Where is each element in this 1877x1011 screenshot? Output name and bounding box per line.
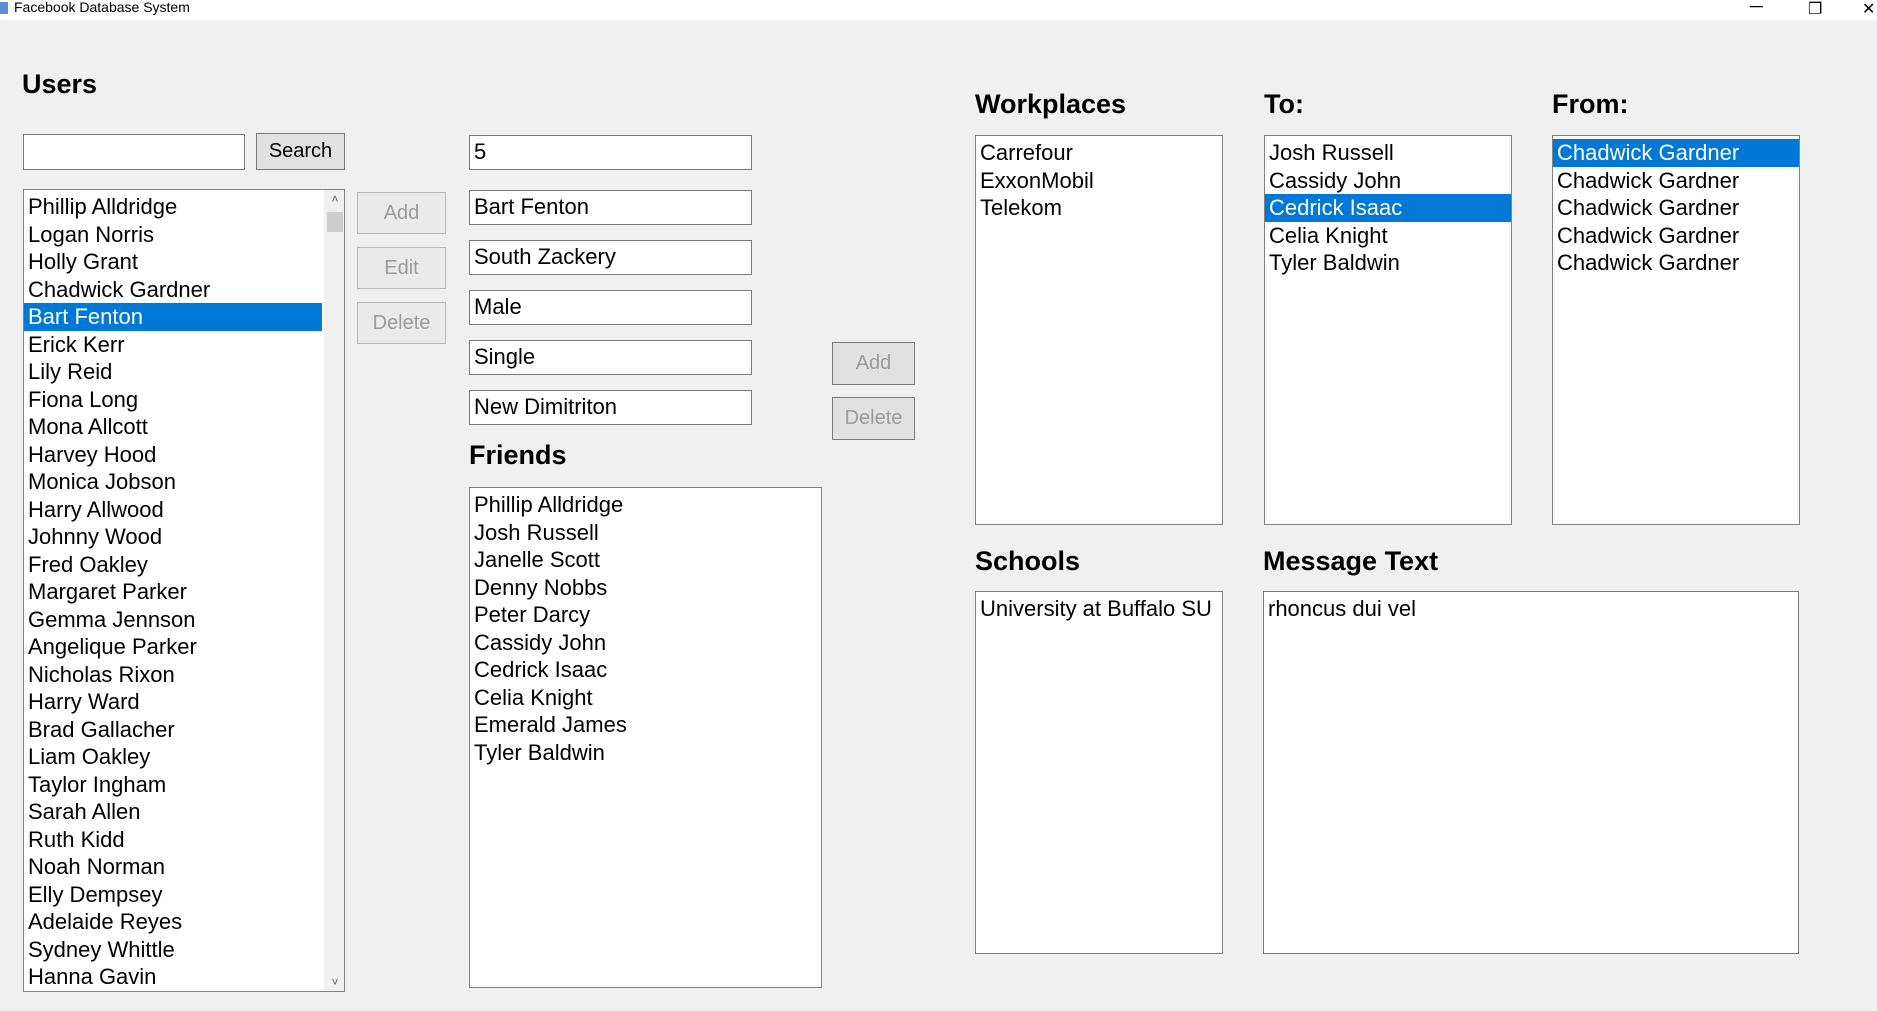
from-list-item[interactable]: Chadwick Gardner [1553,249,1799,277]
scroll-down-icon[interactable]: ˅ [325,975,344,989]
user-list-item[interactable]: Erick Kerr [24,331,322,359]
friend-list-item[interactable]: Janelle Scott [470,546,821,574]
user-list-item[interactable]: Ruth Kidd [24,826,322,854]
add-friend-button[interactable]: Add [832,342,915,385]
user-list-item[interactable]: Harry Allwood [24,496,322,524]
user-list-item[interactable]: Phillip Alldridge [24,193,322,221]
user-list-item[interactable]: Johnny Wood [24,523,322,551]
user-list-item[interactable]: Logan Norris [24,221,322,249]
restore-button[interactable]: ❐ [1808,0,1822,19]
workplace-list-item[interactable]: Telekom [976,194,1222,222]
user-list-item[interactable]: Harry Ward [24,688,322,716]
window-title: Facebook Database System [14,0,190,15]
to-list[interactable]: Josh Russell Cassidy John Cedrick Isaac Cel… [1264,135,1512,525]
friend-list-item[interactable]: Tyler Baldwin [470,739,821,767]
delete-friend-button[interactable]: Delete [832,397,915,440]
friend-list-item[interactable]: Josh Russell [470,519,821,547]
search-input[interactable] [23,134,245,170]
from-list[interactable]: Chadwick Gardner Chadwick Gardner Chadwick… [1552,135,1800,525]
users-scrollbar[interactable]: ˄ ˅ [324,190,344,991]
user-list-item[interactable]: Brad Gallacher [24,716,322,744]
to-list-item[interactable]: Cedrick Isaac [1265,194,1511,222]
from-list-item[interactable]: Chadwick Gardner [1553,167,1799,195]
workplaces-list[interactable]: Carrefour ExxonMobil Telekom [975,135,1223,525]
user-city-field[interactable]: South Zackery [469,240,752,275]
friend-list-item[interactable]: Emerald James [470,711,821,739]
friend-list-item[interactable]: Celia Knight [470,684,821,712]
user-list-item[interactable]: Sarah Allen [24,798,322,826]
user-list-item[interactable]: Bart Fenton [24,303,322,331]
friend-list-item[interactable]: Peter Darcy [470,601,821,629]
user-list-item[interactable]: Gemma Jennson [24,606,322,634]
schools-heading: Schools [975,546,1081,576]
to-list-item[interactable]: Josh Russell [1265,139,1511,167]
user-list-item[interactable]: Margaret Parker [24,578,322,606]
message-heading: Message Text [1263,546,1439,576]
to-heading: To: [1264,89,1304,119]
edit-user-button[interactable]: Edit [357,247,446,289]
user-list-item[interactable]: Hanna Gavin [24,963,322,991]
from-list-item[interactable]: Chadwick Gardner [1553,139,1799,167]
to-list-item[interactable]: Celia Knight [1265,222,1511,250]
to-list-item[interactable]: Tyler Baldwin [1265,249,1511,277]
user-list-item[interactable]: Harvey Hood [24,441,322,469]
user-list-item[interactable]: Mona Allcott [24,413,322,441]
workplace-list-item[interactable]: Carrefour [976,139,1222,167]
friends-list[interactable]: Phillip Alldridge Josh Russell Janelle Sco… [469,487,822,988]
user-list-item[interactable]: Sydney Whittle [24,936,322,964]
user-list-item[interactable]: Lily Reid [24,358,322,386]
user-gender-field[interactable]: Male [469,290,752,325]
user-list-item[interactable]: Adelaide Reyes [24,908,322,936]
from-list-item[interactable]: Chadwick Gardner [1553,222,1799,250]
user-list-item[interactable]: Fred Oakley [24,551,322,579]
user-list-item[interactable]: Liam Oakley [24,743,322,771]
friend-list-item[interactable]: Cedrick Isaac [470,656,821,684]
add-user-button[interactable]: Add [357,192,446,234]
delete-user-button[interactable]: Delete [357,302,446,344]
user-status-field[interactable]: Single [469,340,752,375]
title-bar: Facebook Database System ─ ❐ ✕ [0,0,1877,20]
friend-list-item[interactable]: Denny Nobbs [470,574,821,602]
user-list-item[interactable]: Holly Grant [24,248,322,276]
friends-heading: Friends [469,440,567,470]
user-list-item[interactable]: Chadwick Gardner [24,276,322,304]
app-icon [0,2,8,14]
message-text-area[interactable]: rhoncus dui vel [1263,591,1799,954]
scroll-thumb[interactable] [327,212,343,232]
to-list-item[interactable]: Cassidy John [1265,167,1511,195]
minimize-button[interactable]: ─ [1750,0,1763,17]
user-list-item[interactable]: Taylor Ingham [24,771,322,799]
user-list-item[interactable]: Noah Norman [24,853,322,881]
user-list-item[interactable]: Angelique Parker [24,633,322,661]
user-hometown-field[interactable]: New Dimitriton [469,390,752,425]
schools-list[interactable]: University at Buffalo SU [975,591,1223,954]
friend-list-item[interactable]: Phillip Alldridge [470,491,821,519]
workplace-list-item[interactable]: ExxonMobil [976,167,1222,195]
from-heading: From: [1552,89,1629,119]
scroll-up-icon[interactable]: ˄ [325,192,344,206]
user-id-field[interactable]: 5 [469,135,752,170]
user-name-field[interactable]: Bart Fenton [469,190,752,225]
close-button[interactable]: ✕ [1862,0,1875,19]
users-list[interactable]: Phillip Alldridge Logan Norris Holly Grant… [23,189,345,992]
user-list-item[interactable]: Fiona Long [24,386,322,414]
user-list-item[interactable]: Nicholas Rixon [24,661,322,689]
school-list-item[interactable]: University at Buffalo SU [976,595,1222,623]
from-list-item[interactable]: Chadwick Gardner [1553,194,1799,222]
friend-list-item[interactable]: Cassidy John [470,629,821,657]
users-heading: Users [22,69,98,99]
workplaces-heading: Workplaces [975,89,1127,119]
user-list-item[interactable]: Elly Dempsey [24,881,322,909]
search-button[interactable]: Search [256,133,345,170]
user-list-item[interactable]: Monica Jobson [24,468,322,496]
